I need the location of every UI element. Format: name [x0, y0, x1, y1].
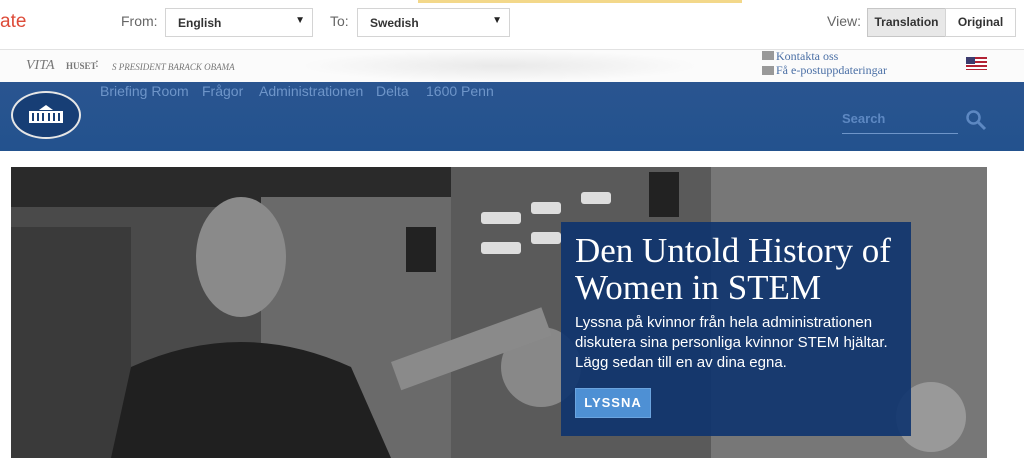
view-label: View:	[827, 13, 861, 29]
site-title-huset[interactable]: HUSET	[66, 61, 97, 71]
translate-toolbar: ate From: English ▼ To: Swedish ▼ View: …	[0, 0, 1024, 50]
from-language-value: English	[178, 16, 222, 30]
speech-bubble-icon	[762, 51, 774, 60]
nav-item-briefing-room[interactable]: Briefing Room	[100, 83, 189, 99]
email-updates-link[interactable]: Få e-postuppdateringar	[776, 63, 887, 78]
chevron-down-icon: ▼	[295, 15, 305, 26]
site-title-vita[interactable]: VITA	[26, 58, 55, 74]
white-house-icon	[29, 105, 63, 123]
translation-view-button[interactable]: Translation	[867, 8, 946, 37]
header-decoration	[300, 50, 700, 82]
hero-banner: Den Untold History of Women in STEM Lyss…	[11, 167, 987, 458]
hero-description: Lyssna på kvinnor från hela administrati…	[575, 314, 888, 371]
from-label: From:	[121, 13, 158, 29]
translate-brand: ate	[0, 11, 27, 32]
hero-panel: Den Untold History of Women in STEM Lyss…	[561, 222, 911, 436]
main-nav: Briefing Room Frågor Administrationen De…	[0, 82, 1024, 151]
to-language-select[interactable]: Swedish ▼	[357, 8, 510, 37]
chevron-down-icon: ▼	[492, 15, 502, 26]
site-header: VITA HUSET : S PRESIDENT BARACK OBAMA Ko…	[0, 49, 1024, 82]
nav-item-fragor[interactable]: Frågor	[202, 83, 243, 99]
site-title-colon: :	[95, 56, 99, 71]
hero-title[interactable]: Den Untold History of Women in STEM	[575, 232, 905, 306]
highlight-bar	[418, 0, 742, 3]
white-house-logo[interactable]	[11, 91, 81, 139]
search-input[interactable]: Search	[842, 109, 958, 134]
president-tagline: S PRESIDENT BARACK OBAMA	[112, 62, 235, 72]
envelope-icon	[762, 66, 774, 75]
search-icon[interactable]	[964, 108, 988, 132]
original-view-button[interactable]: Original	[945, 8, 1016, 37]
nav-item-delta[interactable]: Delta	[376, 83, 409, 99]
nav-item-administrationen[interactable]: Administrationen	[259, 83, 363, 99]
us-flag-icon[interactable]	[966, 57, 987, 70]
contact-link[interactable]: Kontakta oss	[776, 49, 838, 64]
from-language-select[interactable]: English ▼	[165, 8, 313, 37]
nav-item-1600-penn[interactable]: 1600 Penn	[426, 83, 494, 99]
to-label: To:	[330, 13, 349, 29]
listen-button[interactable]: LYSSNA	[575, 388, 651, 418]
to-language-value: Swedish	[370, 16, 419, 30]
